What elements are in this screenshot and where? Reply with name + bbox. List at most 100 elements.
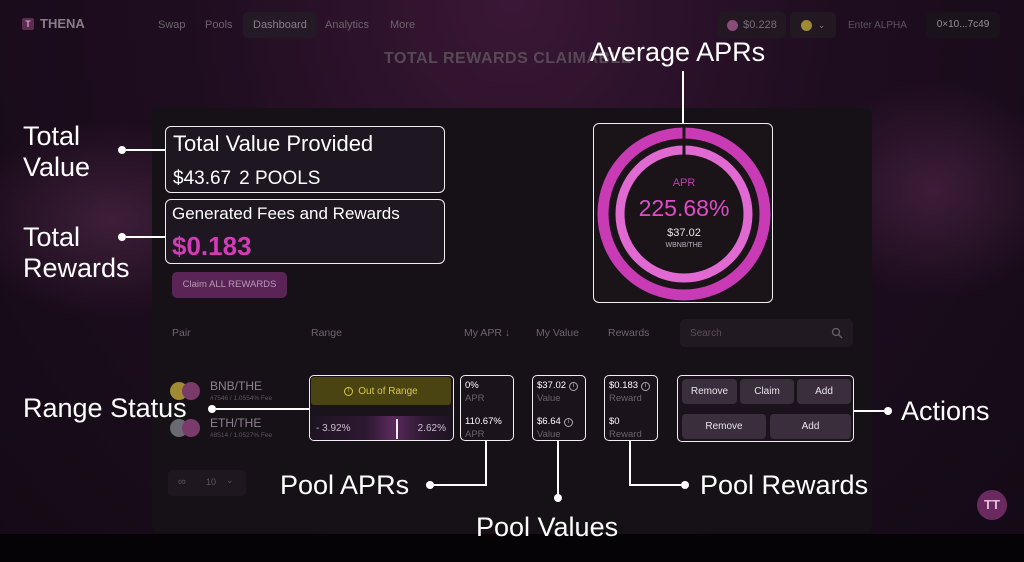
thena-logo-icon: T bbox=[22, 17, 34, 30]
total-value-amount: $43.67 bbox=[173, 168, 232, 189]
range-min: - 3.92% bbox=[316, 423, 351, 434]
network-selector[interactable]: ⌄ bbox=[790, 12, 836, 38]
search-input[interactable] bbox=[690, 325, 820, 341]
annotation-total-value: Total Value bbox=[23, 121, 91, 182]
connector-line bbox=[434, 484, 486, 486]
nav-pools[interactable]: Pools bbox=[195, 12, 243, 38]
connector-line bbox=[485, 441, 487, 486]
connector-line bbox=[630, 484, 681, 486]
nav-analytics[interactable]: Analytics bbox=[315, 12, 379, 38]
annotation-average-aprs: Average APRs bbox=[590, 37, 766, 67]
chevron-down-icon: ⌄ bbox=[226, 475, 234, 485]
apr-value: 225.68% bbox=[639, 195, 730, 221]
apr-amount: $37.02 bbox=[667, 227, 701, 239]
top-nav: T THENA Swap Pools Dashboard Analytics M… bbox=[0, 0, 1024, 50]
header-rewards[interactable]: Rewards bbox=[608, 327, 649, 339]
nav-dashboard[interactable]: Dashboard bbox=[243, 12, 317, 38]
pool-reward-box: $0.183 i Reward $0 Reward bbox=[604, 375, 658, 441]
chat-support-button[interactable]: TT bbox=[977, 490, 1007, 520]
value-row2: $6.64 i bbox=[537, 416, 573, 427]
info-icon[interactable]: i bbox=[569, 382, 579, 391]
pair-sub-eth-the: #8514 / 1.0527% Fee bbox=[210, 432, 273, 439]
wallet-button[interactable]: 0×10...7c49 bbox=[926, 12, 1000, 38]
bnb-chain-icon bbox=[800, 19, 812, 31]
annotation-pool-rewards: Pool Rewards bbox=[700, 470, 869, 500]
header-pair[interactable]: Pair bbox=[172, 327, 191, 339]
header-range[interactable]: Range bbox=[311, 327, 342, 339]
apr-label: APR bbox=[673, 177, 696, 189]
connector-dot bbox=[681, 481, 689, 489]
header-my-apr[interactable]: My APR ↓ bbox=[464, 327, 510, 339]
claim-all-rewards-button[interactable]: Claim ALL REWARDS bbox=[172, 272, 287, 298]
search-field bbox=[680, 319, 853, 347]
reward-row1: $0.183 i bbox=[609, 380, 651, 391]
apr-donut-chart: APR 225.68% $37.02 WBNB/THE bbox=[597, 126, 771, 301]
reward-label-row1: Reward bbox=[609, 393, 642, 404]
info-icon[interactable]: i bbox=[563, 418, 573, 427]
range-bar: - 3.92% 2.62% bbox=[310, 416, 452, 440]
page-size-value: 10 bbox=[206, 477, 217, 487]
connector-dot bbox=[208, 405, 216, 413]
remove-button-row1[interactable]: Remove bbox=[682, 379, 737, 404]
nav-more[interactable]: More bbox=[380, 12, 425, 38]
pools-count: 2 POOLS bbox=[239, 168, 321, 189]
range-status-badge: ! Out of Range bbox=[311, 377, 451, 405]
actions-box: Remove Claim Add Remove Add bbox=[677, 375, 854, 442]
connector-dot bbox=[884, 407, 892, 415]
annotation-total-rewards: Total Rewards bbox=[23, 222, 130, 283]
claim-button-row1[interactable]: Claim bbox=[740, 379, 794, 404]
average-apr-card: APR 225.68% $37.02 WBNB/THE bbox=[593, 123, 773, 303]
pair-sub-bnb-the: #7546 / 1.0554% Fee bbox=[210, 395, 273, 402]
chevron-down-icon: ⌄ bbox=[817, 19, 826, 30]
fees-rewards-amount: $0.183 bbox=[172, 231, 252, 261]
annotation-pool-values: Pool Values bbox=[476, 512, 619, 542]
connector-line bbox=[557, 441, 559, 496]
total-value-title: Total Value Provided bbox=[173, 131, 374, 156]
add-button-row1[interactable]: Add bbox=[797, 379, 851, 404]
connector-dot bbox=[554, 494, 562, 502]
range-status-box: ! Out of Range - 3.92% 2.62% bbox=[309, 375, 454, 441]
the-price-badge[interactable]: $0.228 bbox=[718, 12, 786, 38]
total-value-card: Total Value Provided $43.67 2 POOLS bbox=[165, 126, 445, 193]
search-icon[interactable] bbox=[831, 327, 843, 339]
range-max: 2.62% bbox=[417, 423, 446, 434]
sort-arrow-icon: ↓ bbox=[504, 327, 511, 339]
alpha-code-input[interactable] bbox=[842, 12, 920, 38]
pool-apr-box: 0% APR 110.67% APR bbox=[460, 375, 514, 441]
apr-value-row2: 110.67% bbox=[465, 416, 502, 427]
value-label-row2: Value bbox=[537, 429, 561, 440]
pool-value-box: $37.02 i Value $6.64 i Value bbox=[532, 375, 586, 441]
annotation-actions: Actions bbox=[901, 396, 990, 426]
fees-rewards-title: Generated Fees and Rewards bbox=[172, 204, 400, 223]
annotation-range-status: Range Status bbox=[23, 393, 187, 423]
fees-rewards-card: Generated Fees and Rewards $0.183 bbox=[165, 199, 445, 264]
reward-value-row2: $0 bbox=[609, 416, 620, 427]
range-status-label: Out of Range bbox=[358, 385, 418, 397]
remove-button-row2[interactable]: Remove bbox=[682, 414, 766, 439]
pair-name-eth-the: ETH/THE bbox=[210, 416, 262, 430]
connector-line bbox=[126, 236, 165, 238]
alert-icon: ! bbox=[344, 386, 354, 396]
info-icon[interactable]: i bbox=[641, 382, 651, 391]
connector-dot bbox=[118, 146, 126, 154]
header-my-value[interactable]: My Value bbox=[536, 327, 579, 339]
brand-name: THENA bbox=[40, 16, 85, 31]
brand-logo[interactable]: T THENA bbox=[22, 16, 85, 31]
add-button-row2[interactable]: Add bbox=[770, 414, 851, 439]
connector-line bbox=[216, 408, 309, 410]
connector-dot bbox=[118, 233, 126, 241]
nav-swap[interactable]: Swap bbox=[148, 12, 196, 38]
page-size-selector[interactable]: ∞ 10 ⌄ bbox=[168, 470, 246, 496]
connector-line bbox=[682, 71, 684, 123]
apr-value-row1: 0% bbox=[465, 380, 479, 391]
value-label-row1: Value bbox=[537, 393, 561, 404]
apr-label-row1: APR bbox=[465, 393, 485, 404]
connector-line bbox=[629, 441, 631, 486]
the-token-icon bbox=[727, 19, 739, 31]
the-price: $0.228 bbox=[743, 19, 777, 31]
current-price-marker bbox=[396, 419, 398, 439]
connector-line bbox=[126, 149, 165, 151]
header-my-apr-label: My APR bbox=[464, 327, 502, 339]
value-row1: $37.02 i bbox=[537, 380, 579, 391]
total-value-row: $43.67 2 POOLS bbox=[173, 168, 328, 190]
